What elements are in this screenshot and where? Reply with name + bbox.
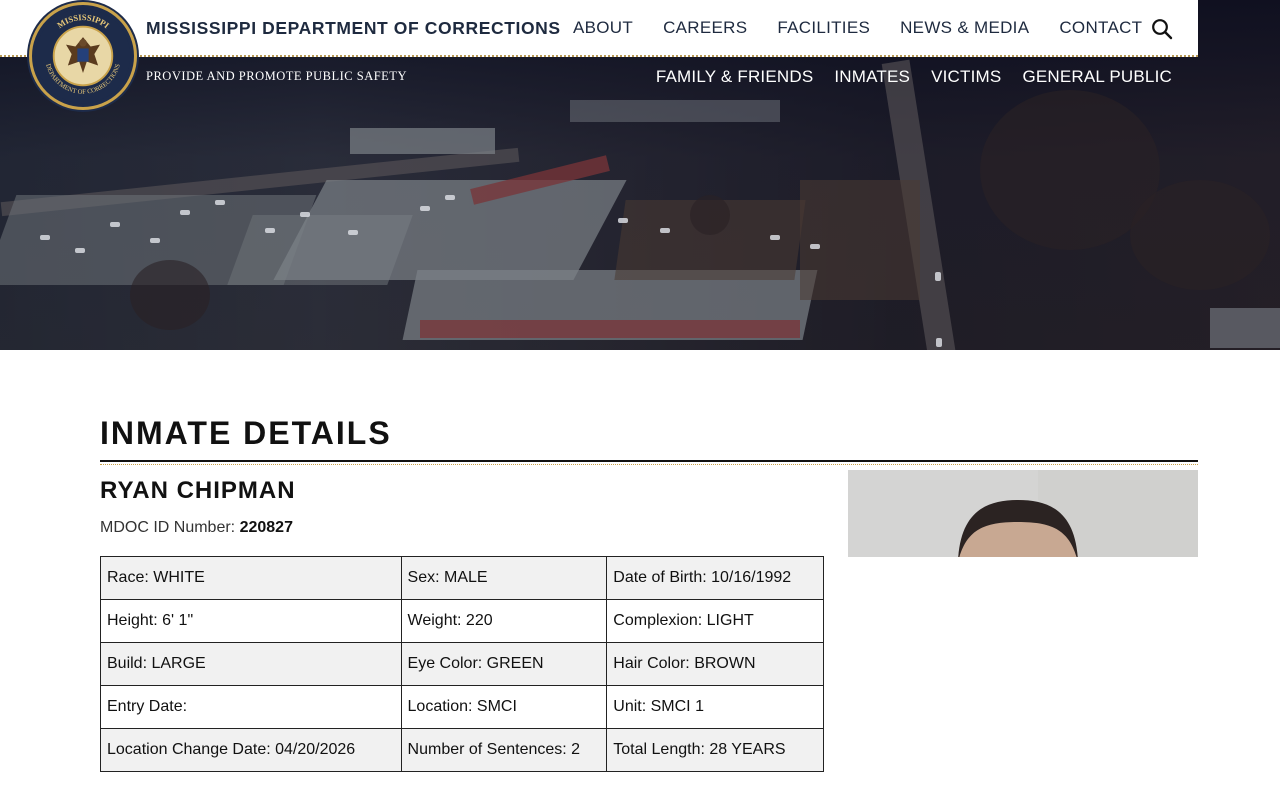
number-of-sentences-cell: Number of Sentences: 2 [400,728,608,772]
site-brand-title[interactable]: MISSISSIPPI DEPARTMENT OF CORRECTIONS [146,18,561,39]
mdoc-seal-logo[interactable]: MISSISSIPPI DEPARTMENT OF CORRECTIONS [29,2,137,110]
mdoc-id-value: 220827 [239,519,293,536]
mdoc-id-label: MDOC ID Number: [100,519,240,536]
table-row: Build: LARGE Eye Color: GREEN Hair Color… [100,642,824,686]
table-row: Entry Date: Location: SMCI Unit: SMCI 1 [100,685,824,729]
inmate-name: RYAN CHIPMAN [100,477,296,504]
build-cell: Build: LARGE [100,642,402,686]
nav-about[interactable]: ABOUT [573,18,633,38]
nav-careers[interactable]: CAREERS [663,18,747,38]
nav-general-public[interactable]: GENERAL PUBLIC [1022,67,1172,87]
nav-inmates[interactable]: INMATES [834,67,910,87]
hair-color-cell: Hair Color: BROWN [606,642,824,686]
nav-contact[interactable]: CONTACT [1059,18,1142,38]
nav-facilities[interactable]: FACILITIES [777,18,870,38]
date-of-birth-cell: Date of Birth: 10/16/1992 [606,556,824,600]
search-icon[interactable] [1151,18,1173,40]
unit-cell: Unit: SMCI 1 [606,685,824,729]
race-cell: Race: WHITE [100,556,402,600]
site-tagline: PROVIDE AND PROMOTE PUBLIC SAFETY [146,69,407,83]
hero-banner: MISSISSIPPI DEPARTMENT OF CORRECTIONS MI… [0,0,1280,350]
mdoc-id-line: MDOC ID Number: 220827 [100,519,293,537]
title-divider-dotted [100,464,1198,465]
inmate-details-table: Race: WHITE Sex: MALE Date of Birth: 10/… [100,556,824,772]
table-row: Race: WHITE Sex: MALE Date of Birth: 10/… [100,556,824,600]
sex-cell: Sex: MALE [400,556,608,600]
nav-news-media[interactable]: NEWS & MEDIA [900,18,1029,38]
secondary-nav: FAMILY & FRIENDS INMATES VICTIMS GENERAL… [656,67,1172,87]
top-navigation-bar: MISSISSIPPI DEPARTMENT OF CORRECTIONS AB… [0,0,1198,57]
eye-color-cell: Eye Color: GREEN [400,642,608,686]
table-row: Height: 6' 1" Weight: 220 Complexion: LI… [100,599,824,643]
title-divider [100,460,1198,462]
location-cell: Location: SMCI [400,685,608,729]
weight-cell: Weight: 220 [400,599,608,643]
page-title: INMATE DETAILS [100,415,392,451]
nav-family-friends[interactable]: FAMILY & FRIENDS [656,67,814,87]
inmate-photo [848,470,1198,557]
total-length-cell: Total Length: 28 YEARS [606,728,824,772]
height-cell: Height: 6' 1" [100,599,402,643]
primary-nav: ABOUT CAREERS FACILITIES NEWS & MEDIA CO… [573,18,1142,38]
complexion-cell: Complexion: LIGHT [606,599,824,643]
nav-victims[interactable]: VICTIMS [931,67,1001,87]
location-change-date-cell: Location Change Date: 04/20/2026 [100,728,402,772]
table-row: Location Change Date: 04/20/2026 Number … [100,728,824,772]
entry-date-cell: Entry Date: [100,685,402,729]
